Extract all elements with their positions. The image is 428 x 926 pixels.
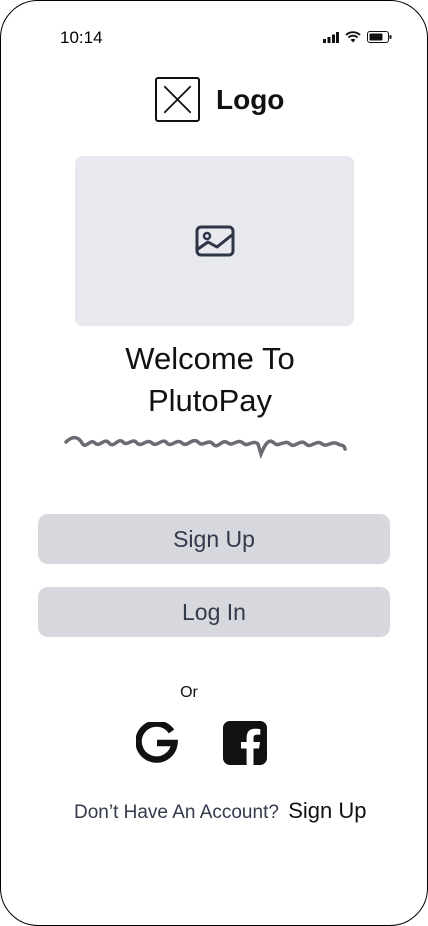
placeholder-scribble (64, 435, 347, 460)
battery-icon (367, 31, 392, 43)
signup-prompt: Don’t Have An Account? Sign Up (74, 798, 366, 824)
status-bar: 10:14 (0, 0, 428, 60)
logo: Logo (155, 77, 284, 122)
cellular-signal-icon (323, 31, 339, 43)
status-icons (323, 31, 392, 43)
wifi-icon (345, 31, 361, 43)
log-in-button[interactable]: Log In (38, 587, 390, 637)
or-divider-text: Or (180, 684, 198, 701)
signup-prompt-text: Don’t Have An Account? (74, 802, 279, 823)
welcome-heading: Welcome To PlutoPay (0, 338, 420, 422)
image-icon (195, 225, 234, 257)
logo-placeholder-icon (155, 77, 200, 122)
footer-sign-up-link[interactable]: Sign Up (288, 798, 366, 823)
phone-frame (0, 0, 428, 926)
welcome-line-1: Welcome To (125, 341, 295, 376)
sign-up-button[interactable]: Sign Up (38, 514, 390, 564)
welcome-line-2: PlutoPay (147, 383, 273, 418)
status-time: 10:14 (60, 28, 103, 47)
hero-image-placeholder (75, 156, 354, 326)
logo-text: Logo (216, 83, 285, 115)
google-icon[interactable] (136, 722, 178, 764)
facebook-icon[interactable] (223, 721, 267, 765)
